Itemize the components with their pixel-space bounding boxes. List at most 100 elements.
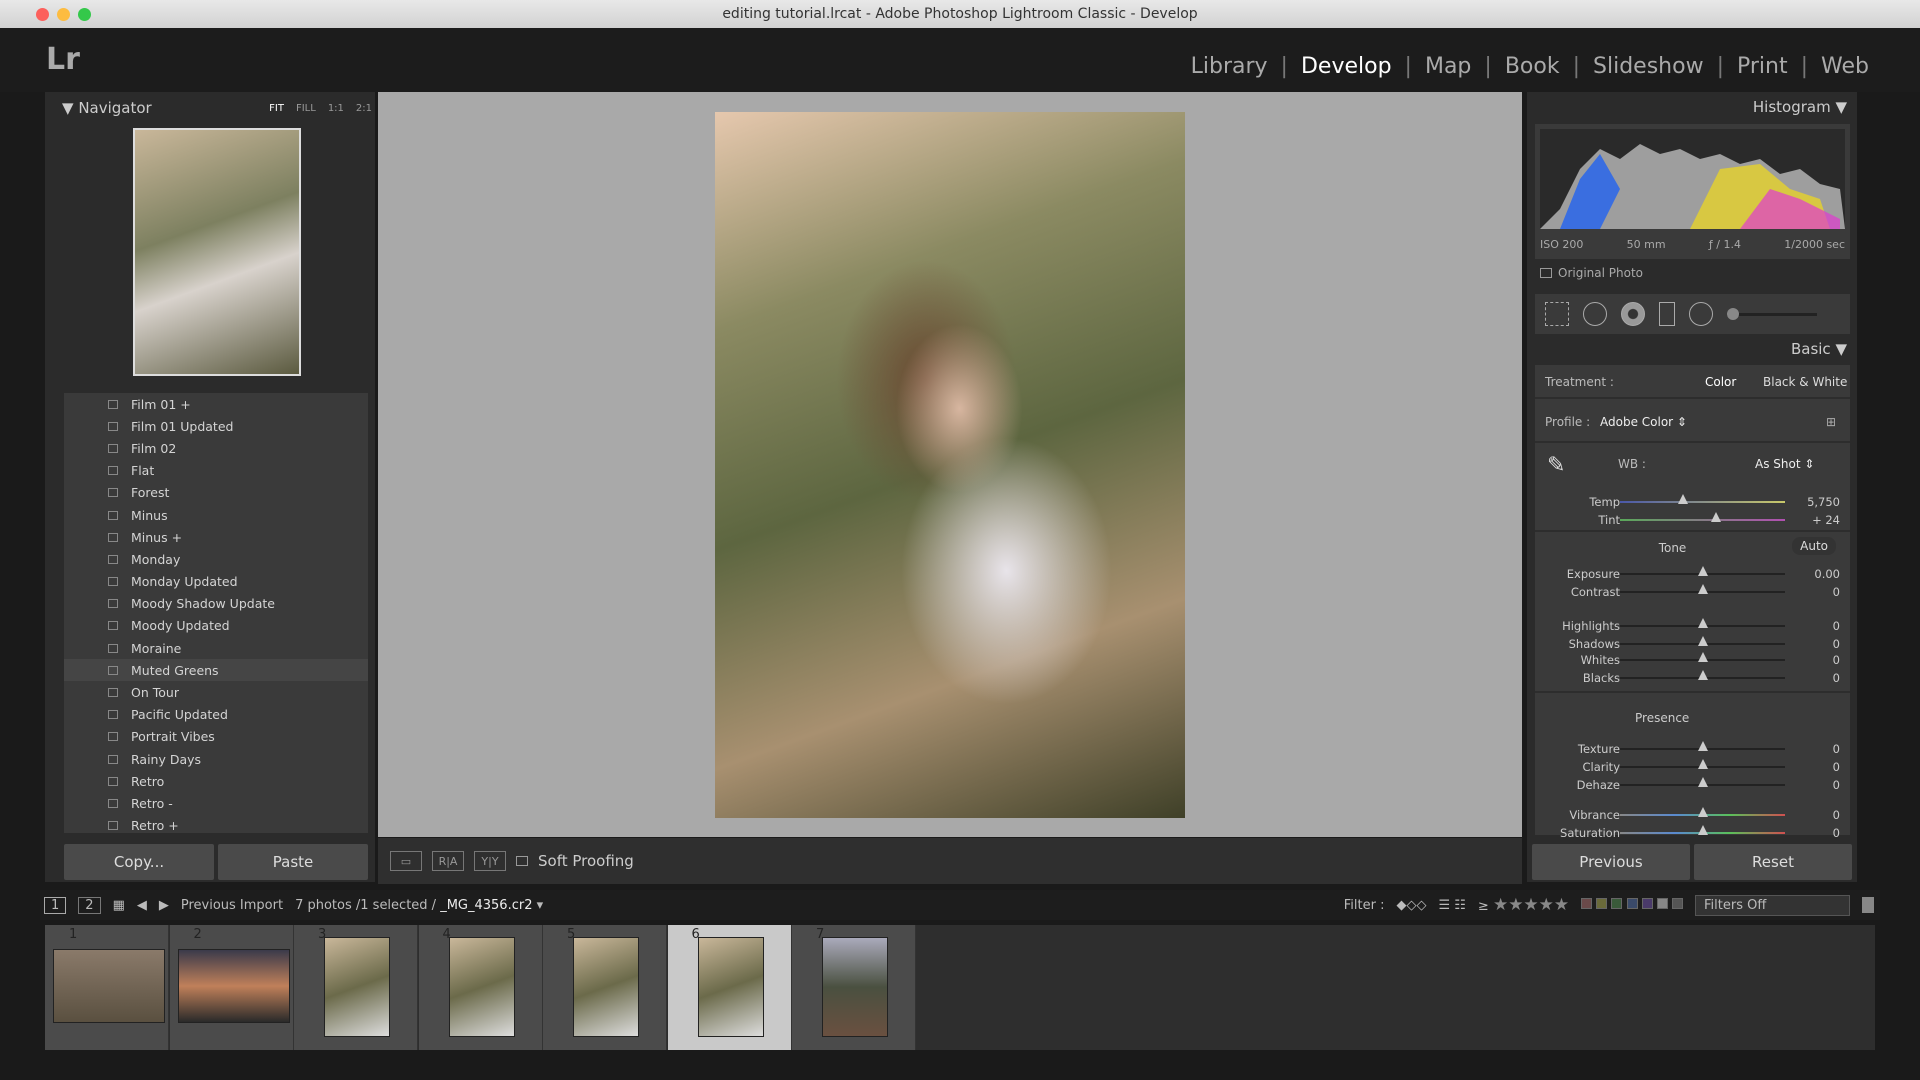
slider-highlights[interactable]: Highlights 0	[1535, 616, 1850, 636]
module-library[interactable]: Library	[1178, 54, 1281, 79]
module-print[interactable]: Print	[1724, 54, 1801, 79]
filter-lock-icon[interactable]	[1862, 897, 1874, 913]
preset-item[interactable]: Muted Greens	[64, 659, 368, 682]
slider-value[interactable]: 0	[1833, 585, 1840, 599]
red-eye-icon[interactable]	[1621, 302, 1645, 326]
collapse-triangle-icon[interactable]: ▼	[62, 99, 78, 117]
slider-thumb[interactable]	[1710, 512, 1721, 522]
slider-value[interactable]: + 24	[1812, 513, 1840, 527]
preset-item[interactable]: Moody Updated	[64, 615, 368, 637]
preset-item[interactable]: Film 01 Updated	[64, 415, 368, 437]
loupe-view-button[interactable]: ▭	[390, 851, 422, 871]
preset-item[interactable]: Moody Shadow Update	[64, 593, 368, 615]
main-window-button[interactable]: 1	[44, 896, 67, 914]
module-map[interactable]: Map	[1412, 54, 1484, 79]
slider-exposure[interactable]: Exposure 0.00	[1535, 564, 1850, 584]
flag-filter-icons[interactable]: ◆◇◇	[1396, 898, 1426, 913]
zoom-option[interactable]: FILL	[296, 103, 316, 114]
slider-thumb[interactable]	[1697, 618, 1708, 628]
slider-vibrance[interactable]: Vibrance 0	[1535, 805, 1850, 825]
brush-slider[interactable]	[1727, 307, 1817, 320]
original-photo-toggle[interactable]: Original Photo	[1540, 266, 1643, 280]
zoom-option[interactable]: FIT	[269, 103, 284, 114]
navigator-header[interactable]: ▼ Navigator FIT FILL 1:1 2:1	[62, 96, 372, 120]
filmstrip-thumbnail[interactable]: 5	[543, 925, 667, 1050]
treatment-bw[interactable]: Black & White	[1763, 375, 1847, 389]
crop-tool-icon[interactable]	[1545, 302, 1569, 326]
slider-value[interactable]: 0	[1833, 826, 1840, 840]
preset-item[interactable]: Minus +	[64, 526, 368, 548]
photo-count[interactable]: 7 photos /1 selected / _MG_4356.cr2 ▾	[295, 898, 543, 913]
radial-filter-icon[interactable]	[1689, 302, 1713, 326]
eyedropper-icon[interactable]: ✎	[1547, 453, 1565, 478]
slider-track[interactable]	[1620, 501, 1785, 503]
preset-item[interactable]: Pacific Updated	[64, 704, 368, 726]
second-window-button[interactable]: 2	[78, 896, 101, 914]
filmstrip-thumbnail[interactable]: 2	[169, 925, 294, 1050]
spot-removal-icon[interactable]	[1583, 302, 1607, 326]
slider-dehaze[interactable]: Dehaze 0	[1535, 775, 1850, 795]
soft-proofing-checkbox[interactable]	[516, 856, 528, 866]
before-after-split-button[interactable]: Y|Y	[474, 851, 506, 871]
slider-contrast[interactable]: Contrast 0	[1535, 582, 1850, 602]
forward-arrow-icon[interactable]: ▶	[159, 898, 169, 913]
module-slideshow[interactable]: Slideshow	[1580, 54, 1717, 79]
preset-item[interactable]: Retro	[64, 770, 368, 792]
slider-whites[interactable]: Whites 0	[1535, 650, 1850, 670]
preset-item[interactable]: Moraine	[64, 637, 368, 659]
close-window-button[interactable]	[36, 8, 49, 21]
slider-thumb[interactable]	[1697, 759, 1708, 769]
slider-thumb[interactable]	[1697, 670, 1708, 680]
histogram-header[interactable]: Histogram ▼	[1535, 98, 1847, 116]
rating-filter[interactable]: ≥ ★★★★★	[1478, 895, 1569, 915]
slider-value[interactable]: 0	[1833, 653, 1840, 667]
filmstrip-thumbnail[interactable]: 3	[294, 925, 418, 1050]
slider-value[interactable]: 0	[1833, 619, 1840, 633]
profile-select[interactable]: Adobe Color ⇕	[1600, 415, 1687, 429]
preset-item[interactable]: Retro +	[64, 815, 368, 833]
navigator-preview[interactable]	[133, 128, 301, 376]
minimize-window-button[interactable]	[57, 8, 70, 21]
preset-item[interactable]: Monday	[64, 548, 368, 570]
slider-value[interactable]: 0	[1833, 637, 1840, 651]
grid-icon[interactable]: ▦	[113, 898, 125, 913]
module-book[interactable]: Book	[1492, 54, 1573, 79]
slider-thumb[interactable]	[1697, 652, 1708, 662]
preset-item[interactable]: Monday Updated	[64, 571, 368, 593]
slider-saturation[interactable]: Saturation 0	[1535, 823, 1850, 843]
slider-thumb[interactable]	[1697, 777, 1708, 787]
filmstrip-thumbnail[interactable]: 6	[667, 925, 792, 1050]
slider-texture[interactable]: Texture 0	[1535, 739, 1850, 759]
zoom-option[interactable]: 2:1	[356, 103, 372, 114]
graduated-filter-icon[interactable]	[1659, 302, 1675, 326]
main-photo[interactable]	[715, 112, 1185, 818]
zoom-option[interactable]: 1:1	[328, 103, 344, 114]
slider-thumb[interactable]	[1697, 741, 1708, 751]
slider-value[interactable]: 5,750	[1807, 495, 1840, 509]
slider-blacks[interactable]: Blacks 0	[1535, 668, 1850, 688]
preset-item[interactable]: Minus	[64, 504, 368, 526]
treatment-color[interactable]: Color	[1705, 375, 1736, 389]
preset-item[interactable]: Film 01 +	[64, 393, 368, 415]
module-develop[interactable]: Develop	[1288, 54, 1405, 79]
filters-select[interactable]: Filters Off	[1695, 894, 1850, 916]
preset-item[interactable]: Portrait Vibes	[64, 726, 368, 748]
zoom-window-button[interactable]	[78, 8, 91, 21]
preset-item[interactable]: Film 02	[64, 437, 368, 459]
reset-button[interactable]: Reset	[1694, 844, 1852, 880]
slider-value[interactable]: 0	[1833, 778, 1840, 792]
slider-thumb[interactable]	[1697, 566, 1708, 576]
module-web[interactable]: Web	[1808, 54, 1882, 79]
basic-header[interactable]: Basic ▼	[1535, 340, 1847, 358]
copy-button[interactable]: Copy...	[64, 844, 214, 880]
preset-item[interactable]: On Tour	[64, 681, 368, 703]
edit-filter-icons[interactable]: ☰ ☷	[1438, 898, 1465, 913]
before-after-button[interactable]: R|A	[432, 851, 464, 871]
preset-item[interactable]: Rainy Days	[64, 748, 368, 770]
auto-button[interactable]: Auto	[1792, 537, 1836, 555]
slider-thumb[interactable]	[1697, 636, 1708, 646]
slider-thumb[interactable]	[1697, 807, 1708, 817]
source-label[interactable]: Previous Import	[181, 898, 283, 913]
preset-item[interactable]: Retro -	[64, 792, 368, 814]
back-arrow-icon[interactable]: ◀	[137, 898, 147, 913]
